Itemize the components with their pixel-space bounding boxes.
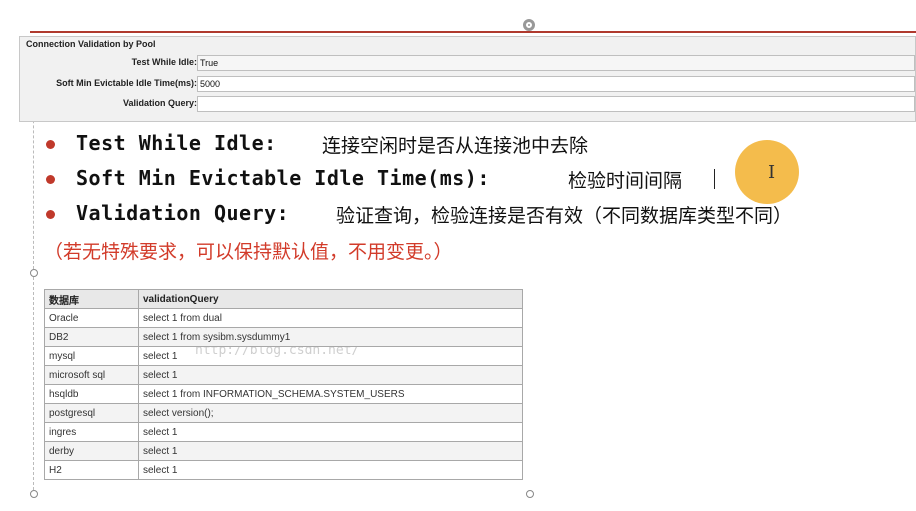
connection-validation-panel: Connection Validation by Pool Test While…: [19, 36, 916, 122]
table-header-cell: validationQuery: [138, 289, 523, 309]
table-row: mysql select 1: [44, 346, 523, 366]
bullet-desc: 检验时间间隔: [568, 170, 683, 192]
validation-query-table: 数据库 validationQuery Oracle select 1 from …: [44, 289, 523, 480]
table-row: DB2 select 1 from sysibm.sysdummy1: [44, 327, 523, 347]
panel-label: Test While Idle:: [131, 57, 197, 67]
table-row: microsoft sql select 1: [44, 365, 523, 385]
table-cell: select 1: [138, 460, 523, 480]
table-row: postgresql select version();: [44, 403, 523, 423]
bullet-dot-icon: [46, 210, 55, 219]
table-cell: select 1 from dual: [138, 308, 523, 328]
panel-title: Connection Validation by Pool: [26, 39, 156, 49]
bullet-dot-icon: [46, 140, 55, 149]
table-row: hsqldb select 1 from INFORMATION_SCHEMA.S…: [44, 384, 523, 404]
table-cell: microsoft sql: [44, 365, 139, 385]
table-row: H2 select 1: [44, 460, 523, 480]
table-header-row: 数据库 validationQuery: [44, 289, 523, 309]
bullet-term: Soft Min Evictable Idle Time(ms):: [76, 166, 490, 190]
table-row: ingres select 1: [44, 422, 523, 442]
test-while-idle-field[interactable]: True: [197, 55, 915, 71]
panel-row-validation-query: Validation Query:: [20, 95, 916, 113]
panel-label: Validation Query:: [122, 98, 197, 108]
cursor-highlight: [735, 140, 799, 204]
table-cell: ingres: [44, 422, 139, 442]
rotate-handle-icon[interactable]: [523, 19, 535, 31]
text-cursor-icon: I: [768, 162, 776, 183]
resize-handle-bottom-left[interactable]: [30, 490, 38, 498]
panel-row-soft-min: Soft Min Evictable Idle Time(ms): 5000: [20, 75, 916, 93]
bullet-desc: 连接空闲时是否从连接池中去除: [322, 135, 589, 157]
table-cell: H2: [44, 460, 139, 480]
table-row: derby select 1: [44, 441, 523, 461]
bullet-term: Test While Idle:: [76, 131, 277, 155]
panel-row-test-while-idle: Test While Idle: True: [20, 54, 916, 72]
resize-handle-left[interactable]: [30, 269, 38, 277]
table-cell: select 1: [138, 441, 523, 461]
table-cell: derby: [44, 441, 139, 461]
bullet-desc: 验证查询，检验连接是否有效（不同数据库类型不同）: [336, 205, 793, 227]
note-text: （若无特殊要求，可以保持默认值，不用变更。）: [44, 241, 453, 263]
table-cell: select 1 from INFORMATION_SCHEMA.SYSTEM_…: [138, 384, 523, 404]
resize-handle-bottom[interactable]: [526, 490, 534, 498]
bullet-dot-icon: [46, 175, 55, 184]
table-row: Oracle select 1 from dual: [44, 308, 523, 328]
table-cell: Oracle: [44, 308, 139, 328]
validation-query-field[interactable]: [197, 96, 915, 112]
table-cell: select 1 from sysibm.sysdummy1: [138, 327, 523, 347]
table-cell: select 1: [138, 365, 523, 385]
table-cell: mysql: [44, 346, 139, 366]
text-caret: [714, 169, 715, 189]
table-cell: hsqldb: [44, 384, 139, 404]
table-cell: postgresql: [44, 403, 139, 423]
panel-label: Soft Min Evictable Idle Time(ms):: [56, 78, 197, 88]
selection-left-border-lower: [33, 277, 34, 490]
table-cell: DB2: [44, 327, 139, 347]
soft-min-evictable-field[interactable]: 5000: [197, 76, 915, 92]
selection-top-border: [30, 31, 916, 33]
table-header-cell: 数据库: [44, 289, 139, 309]
bullet-term: Validation Query:: [76, 201, 290, 225]
table-cell: select 1: [138, 346, 523, 366]
table-cell: select 1: [138, 422, 523, 442]
table-cell: select version();: [138, 403, 523, 423]
